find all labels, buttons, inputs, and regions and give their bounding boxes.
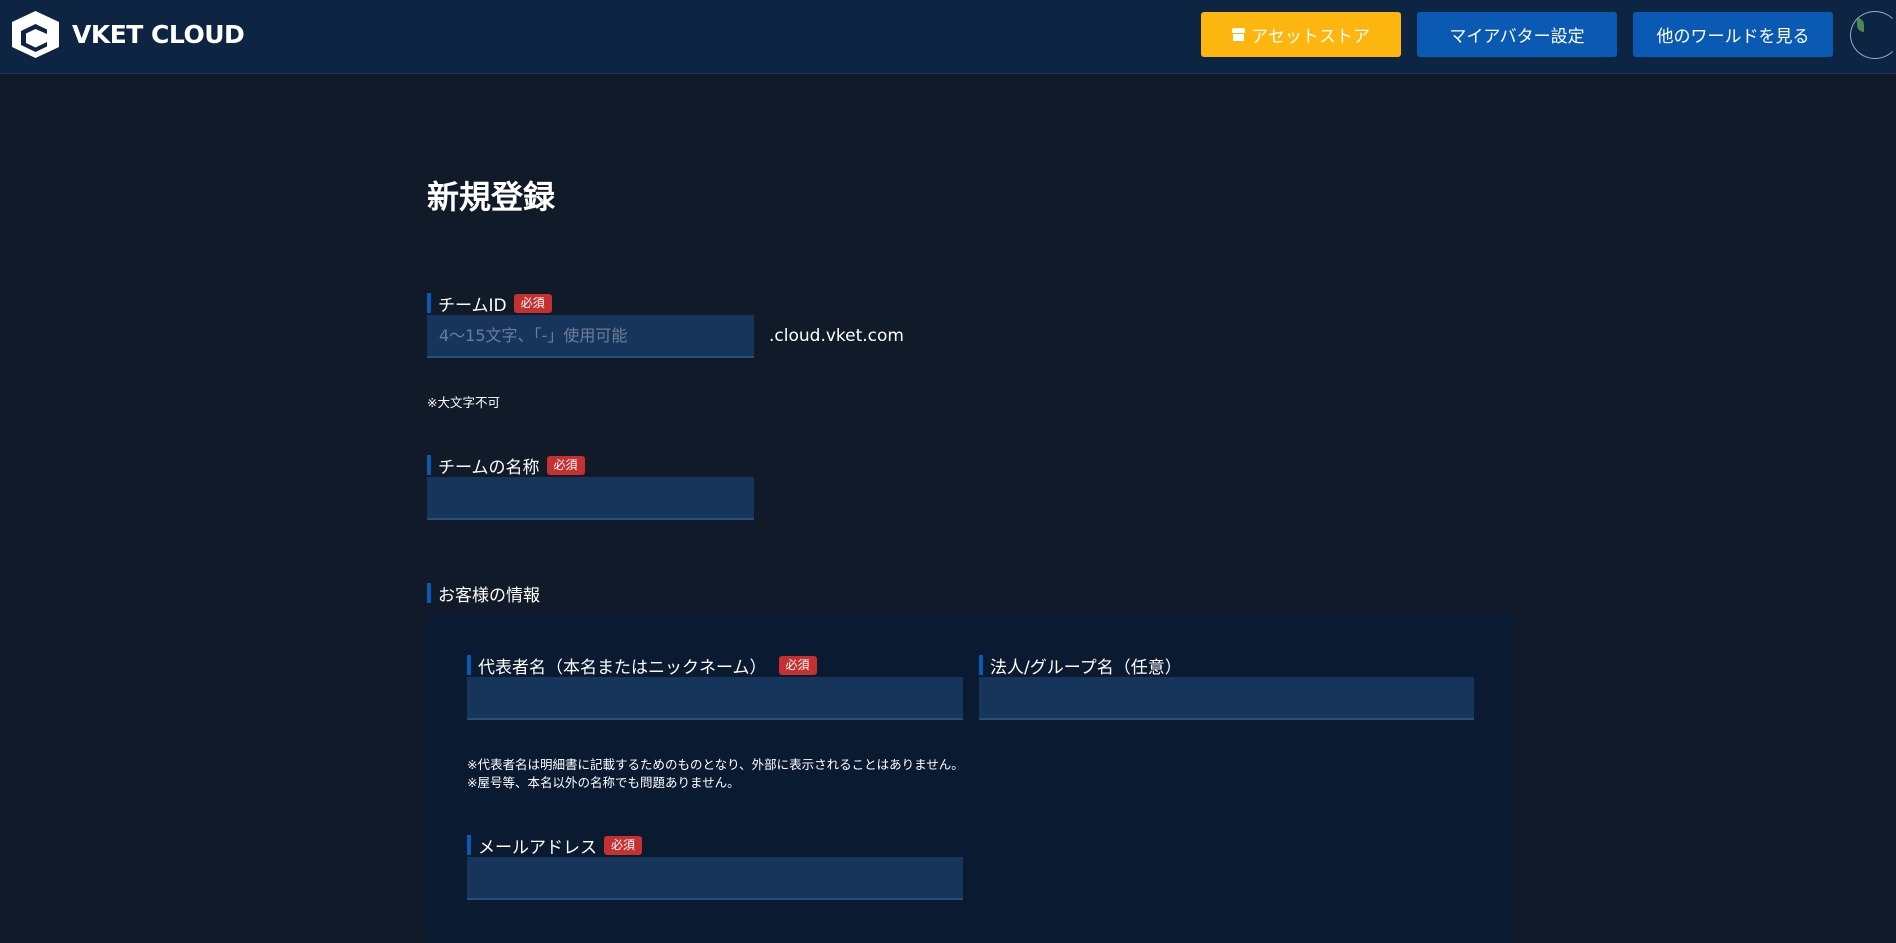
representative-note-line-2: ※屋号等、本名以外の名称でも問題ありません。 — [467, 775, 740, 790]
label-accent-bar — [467, 835, 471, 855]
company-label: 法人/グループ名（任意） — [979, 654, 1182, 678]
avatar-image-icon — [1857, 18, 1864, 32]
label-accent-bar — [979, 655, 983, 675]
representative-input[interactable] — [467, 677, 963, 720]
team-name-label-text: チームの名称 — [438, 457, 540, 478]
email-input[interactable] — [467, 857, 963, 900]
required-badge: 必須 — [604, 835, 643, 855]
representative-label: 代表者名（本名またはニックネーム） 必須 — [467, 654, 817, 678]
company-input[interactable] — [979, 677, 1474, 720]
asset-store-button[interactable]: アセットストア — [1201, 12, 1401, 57]
representative-label-text: 代表者名（本名またはニックネーム） — [478, 657, 767, 678]
asset-store-label: アセットストア — [1251, 27, 1370, 47]
vket-cloud-logo[interactable]: VKET CLOUD — [10, 9, 245, 59]
email-label: メールアドレス 必須 — [467, 834, 643, 858]
company-label-text: 法人/グループ名（任意） — [990, 657, 1182, 678]
team-id-input[interactable] — [427, 315, 754, 358]
team-id-label-text: チームID — [438, 295, 507, 316]
domain-suffix: .cloud.vket.com — [769, 326, 904, 346]
team-id-note: ※大文字不可 — [427, 395, 500, 410]
my-avatar-button[interactable]: マイアバター設定 — [1417, 12, 1617, 57]
other-worlds-button[interactable]: 他のワールドを見る — [1633, 12, 1833, 57]
required-badge: 必須 — [546, 455, 585, 475]
customer-info-heading: お客様の情報 — [427, 582, 540, 606]
my-avatar-label: マイアバター設定 — [1449, 27, 1585, 47]
page-title: 新規登録 — [427, 178, 556, 216]
representative-note: ※代表者名は明細書に記載するためのものとなり、外部に表示されることはありません。… — [467, 756, 964, 792]
required-badge: 必須 — [513, 293, 552, 313]
required-badge: 必須 — [778, 655, 817, 675]
team-name-input[interactable] — [427, 477, 754, 520]
brand-name: VKET CLOUD — [72, 19, 245, 49]
label-accent-bar — [427, 583, 431, 603]
label-accent-bar — [427, 293, 431, 313]
team-name-label: チームの名称 必須 — [427, 454, 585, 478]
customer-info-heading-text: お客様の情報 — [438, 585, 540, 606]
store-icon — [1232, 28, 1246, 41]
email-label-text: メールアドレス — [478, 837, 597, 858]
other-worlds-label: 他のワールドを見る — [1656, 27, 1810, 47]
label-accent-bar — [427, 455, 431, 475]
vket-cube-icon — [12, 10, 59, 58]
representative-note-line-1: ※代表者名は明細書に記載するためのものとなり、外部に表示されることはありません。 — [467, 757, 964, 772]
user-avatar[interactable] — [1850, 11, 1896, 59]
top-header: VKET CLOUD アセットストア マイアバター設定 他のワールドを見る — [0, 0, 1896, 74]
team-id-label: チームID 必須 — [427, 292, 552, 316]
label-accent-bar — [467, 655, 471, 675]
